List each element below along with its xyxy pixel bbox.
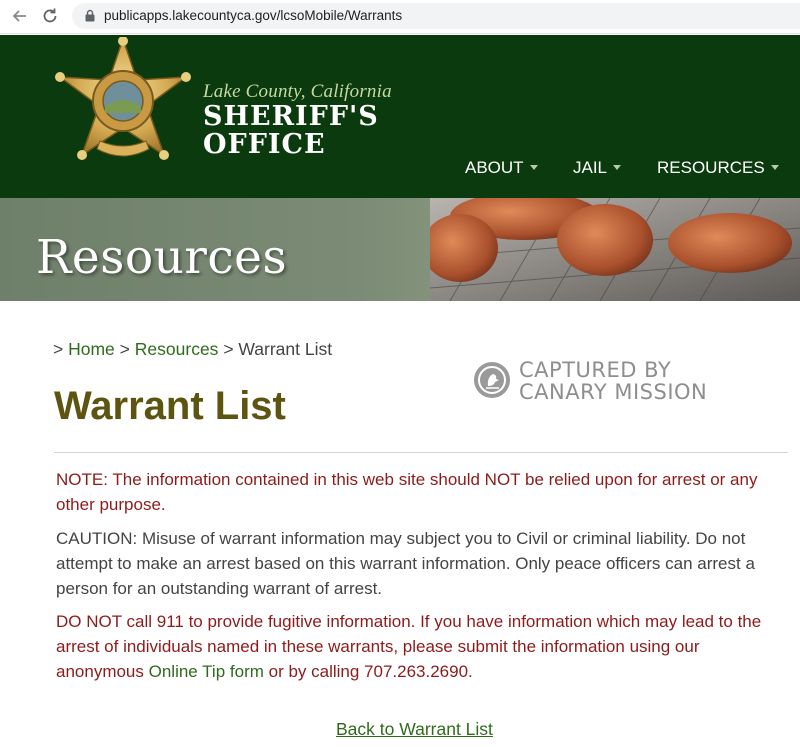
- lock-icon: [85, 9, 95, 22]
- caution-text: CAUTION: Misuse of warrant information m…: [56, 529, 755, 598]
- main-nav: ABOUT JAIL RESOURCES: [0, 158, 800, 180]
- banner-photo: [430, 198, 800, 301]
- nav-jail[interactable]: JAIL: [573, 158, 622, 178]
- breadcrumb-resources-link[interactable]: Resources: [135, 339, 219, 359]
- nav-jail-label: JAIL: [573, 158, 608, 177]
- reload-icon[interactable]: [40, 6, 60, 26]
- breadcrumb-home-link[interactable]: Home: [68, 339, 115, 359]
- divider: [54, 452, 788, 453]
- donot-text: DO NOT call 911 to provide fugitive info…: [56, 609, 786, 684]
- address-bar[interactable]: publicapps.lakecountyca.gov/lcsoMobile/W…: [72, 3, 800, 29]
- breadcrumb-lead: >: [53, 339, 64, 359]
- brand-title-line2: OFFICE: [203, 129, 326, 160]
- online-tip-form-link[interactable]: Online Tip form: [149, 662, 264, 681]
- breadcrumb-current: Warrant List: [238, 339, 333, 359]
- watermark-line2: CANARY MISSION: [519, 380, 708, 404]
- back-arrow-icon[interactable]: [10, 6, 30, 26]
- banner-title: Resources: [36, 230, 288, 285]
- note-text: NOTE: The information contained in this …: [56, 470, 758, 514]
- breadcrumb: > Home > Resources > Warrant List: [53, 339, 332, 360]
- url-text: publicapps.lakecountyca.gov/lcsoMobile/W…: [104, 8, 403, 23]
- canary-bird-icon: [474, 362, 510, 398]
- caret-down-icon: [770, 165, 779, 171]
- nav-resources[interactable]: RESOURCES: [657, 158, 779, 178]
- back-to-warrant-list-link[interactable]: Back to Warrant List: [336, 719, 493, 740]
- breadcrumb-separator: >: [223, 339, 234, 359]
- brand-county: Lake County, California: [203, 81, 392, 102]
- watermark-line1: CAPTURED BY: [519, 358, 672, 382]
- caret-down-icon: [529, 165, 538, 171]
- brand-title-line1: SHERIFF'S: [203, 101, 379, 132]
- nav-about[interactable]: ABOUT: [465, 158, 538, 178]
- caret-down-icon: [613, 165, 622, 171]
- nav-about-label: ABOUT: [465, 158, 524, 177]
- watermark: CAPTURED BY CANARY MISSION: [474, 358, 724, 404]
- page-banner: Resources: [0, 198, 800, 301]
- nav-resources-label: RESOURCES: [657, 158, 765, 177]
- breadcrumb-separator: >: [119, 339, 130, 359]
- donot-text-after: or by calling 707.263.2690.: [263, 662, 473, 681]
- page-title: Warrant List: [54, 384, 286, 428]
- browser-toolbar: publicapps.lakecountyca.gov/lcsoMobile/W…: [0, 0, 800, 34]
